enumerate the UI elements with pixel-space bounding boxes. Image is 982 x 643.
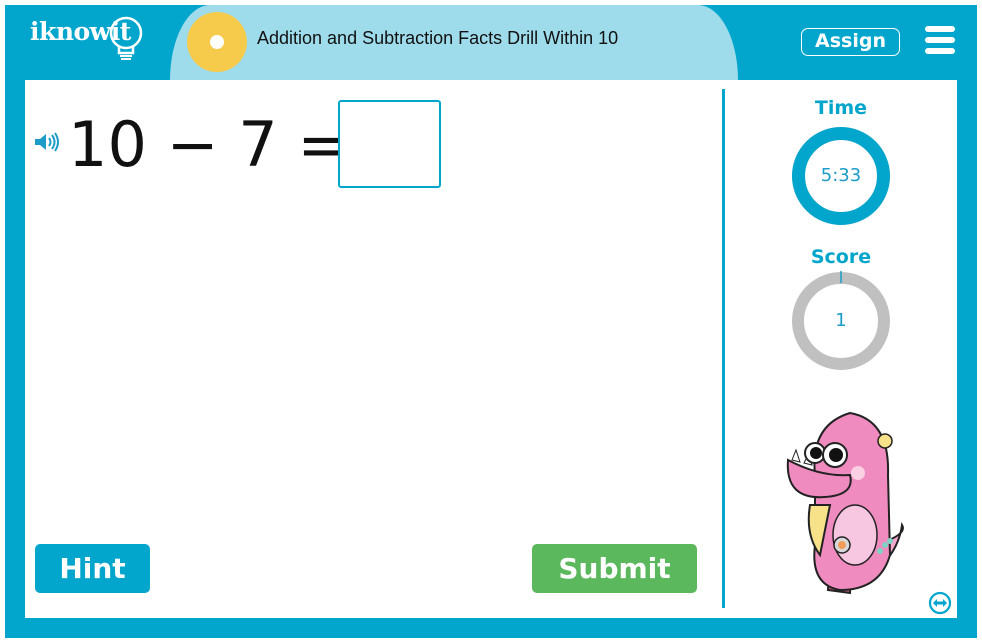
hamburger-menu-icon[interactable] — [925, 26, 955, 54]
score-value: 1 — [835, 310, 847, 331]
pink-monster-mascot — [786, 411, 904, 595]
panel-divider — [722, 89, 725, 608]
answer-input[interactable] — [338, 100, 441, 188]
time-value: 5:33 — [820, 165, 862, 186]
hint-button[interactable]: Hint — [35, 544, 150, 593]
page-title: Addition and Subtraction Facts Drill Wit… — [257, 28, 619, 48]
iknowit-logo[interactable]: iknowit — [30, 15, 150, 65]
expand-horizontal-icon[interactable] — [928, 591, 952, 615]
time-label: Time — [814, 97, 868, 119]
submit-button[interactable]: Submit — [532, 544, 697, 593]
assign-button[interactable]: Assign — [801, 28, 900, 56]
score-label: Score — [810, 246, 872, 268]
sun-icon — [187, 12, 247, 72]
lightbulb-icon — [109, 16, 143, 60]
equation-text: 10 − 7 = — [68, 108, 350, 181]
speaker-icon[interactable] — [34, 131, 60, 153]
